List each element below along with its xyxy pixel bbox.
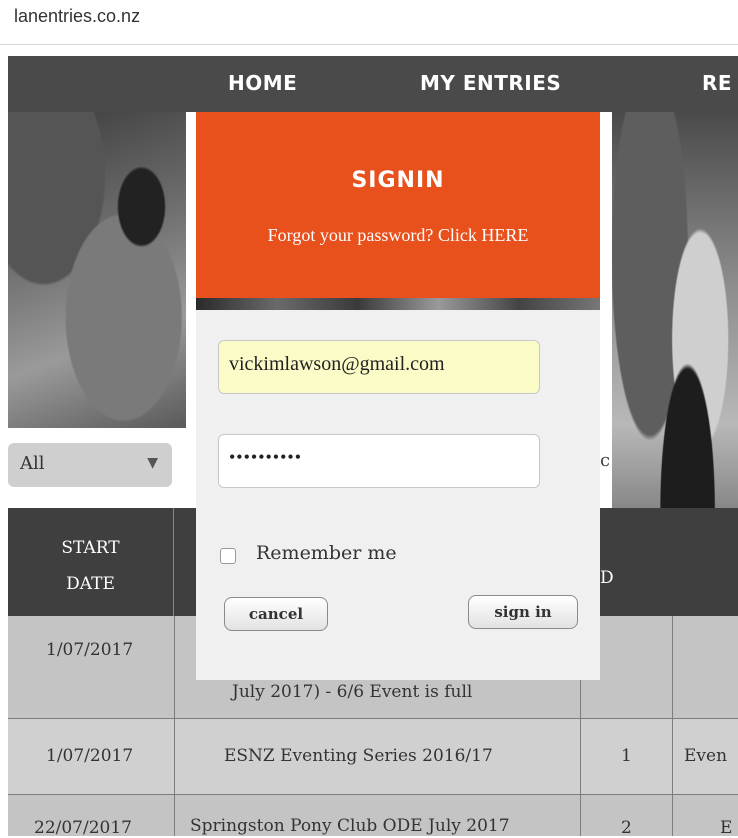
filter-selected-value: All <box>20 453 45 474</box>
partial-filter-text: c <box>600 450 611 471</box>
remember-me-label[interactable]: Remember me <box>256 542 397 564</box>
start-date-line2: DATE <box>66 574 115 594</box>
sign-in-button[interactable]: sign in <box>468 595 578 629</box>
dropdown-arrow-icon: ▼ <box>147 455 158 471</box>
col-header-partial: D <box>600 568 614 588</box>
signin-title: SIGNIN <box>351 168 445 193</box>
password-field[interactable]: •••••••••• <box>218 434 540 488</box>
email-field[interactable]: vickimlawson@gmail.com <box>218 340 540 394</box>
forgot-password-link[interactable]: Forgot your password? Click HERE <box>196 225 600 246</box>
url-text: lanentries.co.nz <box>14 6 141 26</box>
signin-modal: SIGNIN Forgot your password? Click HERE … <box>196 112 600 680</box>
row1-event[interactable]: July 2017) - 6/6 Event is full <box>232 682 472 702</box>
row3-type: E <box>720 818 733 838</box>
row2-event[interactable]: ESNZ Eventing Series 2016/17 <box>224 746 493 766</box>
row1-date: 1/07/2017 <box>46 640 134 660</box>
start-date-line1: START <box>61 538 120 558</box>
row3-number: 2 <box>621 818 632 838</box>
remember-me-checkbox[interactable] <box>220 548 236 564</box>
cancel-button[interactable]: cancel <box>224 597 328 631</box>
browser-url-bar[interactable]: lanentries.co.nz <box>0 0 738 45</box>
row2-number: 1 <box>621 746 632 766</box>
header-photo-strip <box>196 298 600 310</box>
row2-date: 1/07/2017 <box>46 746 134 766</box>
row3-date: 22/07/2017 <box>34 818 132 838</box>
table-divider <box>672 616 673 836</box>
table-divider <box>8 794 738 795</box>
main-nav: HOME MY ENTRIES RE <box>8 56 738 112</box>
table-divider <box>8 718 738 719</box>
table-divider <box>174 616 175 836</box>
row3-event[interactable]: Springston Pony Club ODE July 2017 <box>190 816 510 836</box>
nav-my-entries[interactable]: MY ENTRIES <box>420 71 561 95</box>
col-header-start-date[interactable]: START DATE <box>8 508 174 616</box>
filter-select[interactable]: All ▼ <box>8 443 172 487</box>
hero-photo-left <box>8 112 186 428</box>
nav-home[interactable]: HOME <box>228 71 297 95</box>
row2-type: Even <box>684 746 728 766</box>
signin-header: SIGNIN Forgot your password? Click HERE <box>196 112 600 298</box>
nav-results-partial[interactable]: RE <box>702 71 732 95</box>
